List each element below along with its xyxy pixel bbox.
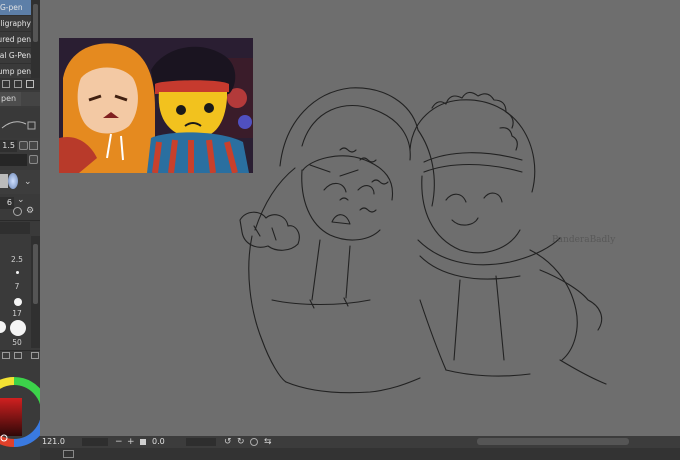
- rotation-slider[interactable]: [186, 438, 216, 446]
- brush-item-g-pen[interactable]: G-pen: [0, 0, 31, 16]
- delete-icon[interactable]: [26, 80, 34, 88]
- rotate-left-icon[interactable]: ↺: [224, 436, 232, 448]
- brush-tip-selector[interactable]: ⌄: [0, 170, 40, 194]
- new-brush-icon[interactable]: [14, 80, 22, 88]
- reference-image[interactable]: [59, 38, 253, 173]
- brush-list-scrollbar[interactable]: [31, 0, 40, 78]
- artist-signature: PanderaBadly: [552, 235, 616, 245]
- brush-size-field[interactable]: 1.5: [0, 140, 17, 152]
- size-value-7[interactable]: 7: [8, 282, 26, 291]
- copy-icon[interactable]: [2, 80, 10, 88]
- size-value-17[interactable]: 17: [8, 309, 26, 318]
- size-value-50[interactable]: 50: [8, 338, 26, 347]
- flip-horizontal-icon[interactable]: ⇆: [264, 436, 272, 448]
- reference-illustration: [59, 38, 253, 173]
- scrollbar-thumb[interactable]: [33, 244, 38, 304]
- divider: [0, 350, 40, 351]
- size-dot-7[interactable]: [16, 271, 19, 274]
- opacity-dynamics-icon[interactable]: [29, 155, 38, 164]
- size-palette-scrollbar[interactable]: [31, 236, 40, 348]
- timeline-icon[interactable]: [63, 450, 74, 458]
- size-dot-large-left[interactable]: [0, 321, 6, 333]
- panel-menu-icon[interactable]: [2, 352, 10, 359]
- opacity-slider[interactable]: [0, 154, 27, 166]
- bottom-toolbar: [40, 448, 680, 460]
- expand-icon[interactable]: [29, 141, 38, 150]
- divider: [0, 220, 40, 221]
- sub-tool-strip: [0, 78, 40, 90]
- size-dynamics-icon[interactable]: [19, 141, 28, 150]
- brush-shape-preview: [0, 108, 40, 138]
- chevron-down-icon[interactable]: ⌄: [17, 195, 25, 205]
- tab-label: pen: [0, 92, 21, 106]
- color-wheel-icon[interactable]: [0, 362, 40, 460]
- brush-item-calligraphy[interactable]: calligraphy: [0, 16, 31, 32]
- tool-property-tab[interactable]: pen: [0, 92, 40, 106]
- settings-circle-icon[interactable]: [13, 207, 22, 216]
- tip-preview-icon: [8, 173, 18, 189]
- stroke-preview-icon: [1, 121, 36, 130]
- rotate-right-icon[interactable]: ↻: [237, 436, 245, 448]
- zoom-out-button[interactable]: −: [115, 436, 123, 448]
- scrollbar-thumb[interactable]: [33, 4, 38, 42]
- chevron-down-icon[interactable]: ⌄: [24, 177, 32, 187]
- reset-rotation-icon[interactable]: [250, 438, 258, 446]
- collapse-icon[interactable]: [31, 352, 39, 359]
- panel-menu-icon[interactable]: [14, 352, 22, 359]
- zoom-in-button[interactable]: +: [127, 436, 135, 448]
- brush-size-header: [0, 222, 30, 234]
- wrench-icon[interactable]: ⚙: [26, 206, 34, 216]
- rotation-angle[interactable]: 0.0: [152, 436, 165, 448]
- fit-view-icon[interactable]: [140, 439, 146, 445]
- zoom-level[interactable]: 121.0: [42, 436, 65, 448]
- anti-alias-field[interactable]: 6: [0, 197, 14, 209]
- zoom-slider[interactable]: [82, 438, 108, 446]
- brush-item-textured-pen[interactable]: Textured pen: [0, 32, 31, 48]
- tip-swatch[interactable]: [0, 174, 8, 188]
- size-value-2-5[interactable]: 2.5: [8, 255, 26, 264]
- color-wheel-panel: [0, 362, 40, 460]
- size-dot-50[interactable]: [10, 320, 26, 336]
- size-dot-17[interactable]: [14, 298, 22, 306]
- horizontal-scrollbar-thumb[interactable]: [477, 438, 629, 445]
- brush-item-real-g-pen[interactable]: Real G-Pen: [0, 48, 31, 64]
- left-tool-panel: G-pen calligraphy Textured pen Real G-Pe…: [0, 0, 40, 460]
- canvas-status-bar: 121.0 − + 0.0 ↺ ↻ ⇆: [40, 436, 680, 448]
